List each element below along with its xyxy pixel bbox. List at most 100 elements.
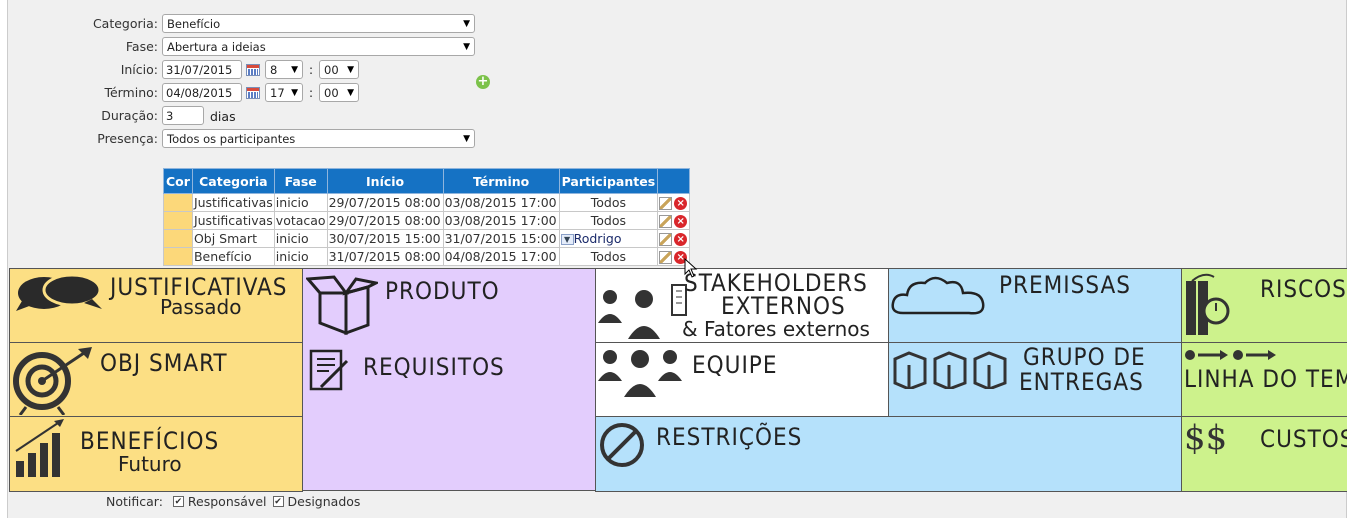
presenca-value: Todos os participantes xyxy=(167,131,296,146)
entregas-title: ENTREGAS xyxy=(1019,368,1144,396)
chevron-down-icon: ▼ xyxy=(463,41,470,52)
chevron-down-icon: ▼ xyxy=(463,133,470,144)
requisitos-title: REQUISITOS xyxy=(363,353,505,381)
cell-termino: 31/07/2015 15:00 xyxy=(442,229,560,248)
canvas-cell-linha-tempo[interactable]: LINHA DO TEMPO xyxy=(1181,342,1347,417)
cell-categoria: Justificativas xyxy=(191,193,275,212)
categoria-value: Benefício xyxy=(167,16,221,31)
presenca-select[interactable]: Todos os participantes ▼ xyxy=(162,129,475,148)
canvas-cell-beneficios[interactable]: BENEFÍCIOS Futuro xyxy=(9,416,303,492)
passado-subtitle: Passado xyxy=(160,295,242,319)
cell-termino: 03/08/2015 17:00 xyxy=(442,211,560,230)
table-header-row: Cor Categoria Fase Início Término Partic… xyxy=(163,168,691,194)
externos-title: EXTERNOS xyxy=(721,292,846,320)
table-row[interactable]: Obj Smart inicio 30/07/2015 15:00 31/07/… xyxy=(163,229,691,248)
time-separator: : xyxy=(309,86,314,100)
responsavel-label: Responsável xyxy=(187,494,267,509)
timeline-arrows-icon xyxy=(1185,350,1276,360)
speech-bubbles-icon xyxy=(16,273,102,311)
notify-row: Notificar: ✔ Responsável ✔ Designados xyxy=(106,494,360,509)
futuro-subtitle: Futuro xyxy=(118,452,182,476)
delete-icon[interactable]: × xyxy=(674,233,688,246)
add-icon[interactable]: + xyxy=(476,75,490,89)
chevron-down-icon: ▼ xyxy=(291,64,298,75)
categoria-label: Categoria: xyxy=(92,16,158,31)
equipe-title: EQUIPE xyxy=(692,351,778,379)
cell-inicio: 31/07/2015 08:00 xyxy=(326,247,444,266)
color-swatch xyxy=(163,247,193,266)
designados-checkbox[interactable]: ✔ xyxy=(272,496,284,507)
canvas-cell-equipe[interactable]: EQUIPE xyxy=(595,342,889,417)
designados-label: Designados xyxy=(287,494,361,509)
table-row[interactable]: Benefício inicio 31/07/2015 08:00 04/08/… xyxy=(163,247,691,266)
inicio-hour-select[interactable]: 8 ▼ xyxy=(265,60,303,79)
col-header-actions xyxy=(657,168,691,194)
produto-title: PRODUTO xyxy=(385,277,500,305)
cell-fase: inicio xyxy=(273,247,328,266)
inicio-minute-value: 00 xyxy=(324,62,339,77)
obj-smart-title: OBJ SMART xyxy=(100,349,228,377)
canvas-cell-riscos[interactable]: RISCOS xyxy=(1181,268,1347,343)
duracao-input[interactable]: 3 xyxy=(162,106,204,125)
canvas-cell-stakeholders[interactable]: STAKEHOLDERS EXTERNOS & Fatores externos xyxy=(595,268,889,343)
chevron-down-icon: ▼ xyxy=(463,18,470,29)
table-row[interactable]: Justificativas votacao 29/07/2015 08:00 … xyxy=(163,211,691,230)
notify-label: Notificar: xyxy=(106,494,163,509)
edit-icon[interactable] xyxy=(659,197,673,210)
responsavel-checkbox[interactable]: ✔ xyxy=(172,496,184,507)
fase-label: Fase: xyxy=(125,39,158,54)
inicio-date-input[interactable]: 31/07/2015 xyxy=(162,60,242,79)
canvas-cell-justificativas[interactable]: JUSTIFICATIVAS Passado xyxy=(9,268,303,343)
col-header-fase: Fase xyxy=(273,168,328,194)
col-header-cor: Cor xyxy=(163,168,193,194)
cell-inicio: 29/07/2015 08:00 xyxy=(326,211,444,230)
cell-inicio: 30/07/2015 15:00 xyxy=(326,229,444,248)
canvas-cell-premissas[interactable]: PREMISSAS xyxy=(888,268,1182,343)
termino-minute-select[interactable]: 00 ▼ xyxy=(319,83,359,102)
termino-hour-value: 17 xyxy=(270,85,285,100)
canvas-cell-obj-smart[interactable]: OBJ SMART xyxy=(9,342,303,417)
cell-categoria: Benefício xyxy=(191,247,275,266)
canvas-cell-grupo-entregas[interactable]: GRUPO DE ENTREGAS xyxy=(888,342,1182,417)
canvas-cell-restricoes[interactable]: RESTRIÇÕES xyxy=(595,416,1182,492)
delete-icon[interactable]: × xyxy=(674,197,688,210)
calendar-icon[interactable] xyxy=(246,87,260,99)
fase-select[interactable]: Abertura a ideias ▼ xyxy=(162,37,475,56)
calendar-icon[interactable] xyxy=(246,64,260,76)
termino-date-input[interactable]: 04/08/2015 xyxy=(162,83,242,102)
expand-icon[interactable]: ▼ xyxy=(560,234,574,245)
duracao-label: Duração: xyxy=(101,108,158,123)
inicio-minute-select[interactable]: 00 ▼ xyxy=(319,60,359,79)
cell-participantes: Todos xyxy=(558,193,659,212)
color-swatch xyxy=(163,193,193,212)
delete-icon[interactable]: × xyxy=(674,215,688,228)
page-panel: Categoria: Benefício ▼ Fase: Abertura a i… xyxy=(7,0,1347,518)
restricoes-title: RESTRIÇÕES xyxy=(656,423,803,451)
edit-icon[interactable] xyxy=(659,233,673,246)
cell-participantes: ▼ Rodrigo xyxy=(558,229,659,248)
table-row[interactable]: Justificativas inicio 29/07/2015 08:00 0… xyxy=(163,193,691,212)
bar-chart-growth-icon xyxy=(15,419,64,477)
canvas-cell-custos[interactable]: $$ CUSTOS xyxy=(1181,416,1347,492)
canvas-cell-produto[interactable]: PRODUTO REQUISITOS xyxy=(302,268,596,491)
fatores-subtitle: & Fatores externos xyxy=(682,317,870,341)
people-building-icon xyxy=(598,284,687,339)
cell-participantes: Todos xyxy=(558,247,659,266)
inicio-hour-value: 8 xyxy=(270,62,278,77)
cell-categoria: Justificativas xyxy=(191,211,275,230)
cell-actions: × xyxy=(657,193,691,212)
col-header-participantes: Participantes xyxy=(558,168,659,194)
time-separator: : xyxy=(309,63,314,77)
termino-hour-select[interactable]: 17 ▼ xyxy=(265,83,303,102)
edit-icon[interactable] xyxy=(659,251,673,264)
team-icon xyxy=(598,350,682,397)
document-pen-icon xyxy=(309,349,349,391)
categoria-select[interactable]: Benefício ▼ xyxy=(162,14,475,33)
col-header-categoria: Categoria xyxy=(191,168,275,194)
edit-icon[interactable] xyxy=(659,215,673,228)
cell-inicio: 29/07/2015 08:00 xyxy=(326,193,444,212)
boxes-icon xyxy=(893,351,1007,389)
cell-actions: × xyxy=(657,229,691,248)
presenca-label: Presença: xyxy=(97,131,158,146)
prohibited-icon xyxy=(600,423,644,467)
